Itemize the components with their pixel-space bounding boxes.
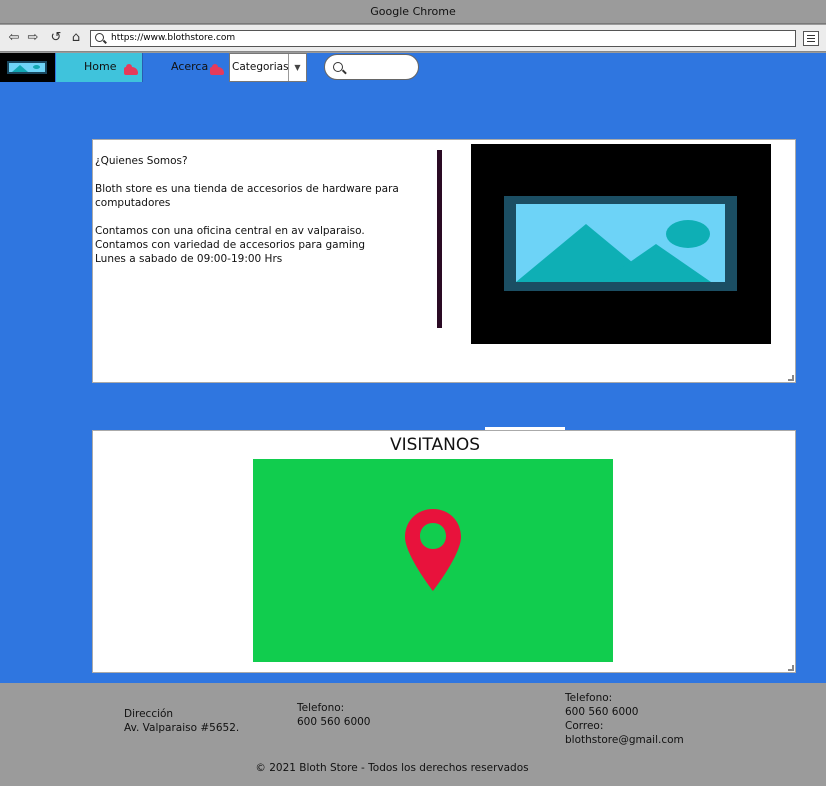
reload-icon[interactable]: ↺ (48, 30, 64, 46)
location-pin-icon (405, 509, 461, 591)
back-icon[interactable]: ⇦ (6, 30, 22, 46)
categories-label: Categorias (232, 61, 289, 73)
home-icon[interactable]: ⌂ (68, 30, 84, 46)
dropdown-arrow-icon[interactable]: ▼ (288, 54, 306, 81)
hand-pointer-icon (124, 64, 138, 76)
search-icon (333, 62, 343, 72)
page-viewport: Home Acerca Categorias ▼ ¿Quienes Somos?… (0, 53, 826, 683)
footer-address: Dirección Av. Valparaiso #5652. (124, 708, 240, 734)
vertical-divider (437, 150, 442, 328)
address-bar-url: https://www.blothstore.com (111, 33, 236, 43)
visit-title: VISITANOS (389, 435, 481, 455)
resize-corner (788, 665, 794, 671)
address-bar[interactable]: https://www.blothstore.com (90, 30, 796, 47)
site-search-input[interactable] (324, 54, 419, 80)
about-section: ¿Quienes Somos? Bloth store es una tiend… (92, 139, 796, 383)
hand-pointer-icon (210, 64, 224, 76)
page-footer: Dirección Av. Valparaiso #5652. Telefono… (0, 683, 826, 786)
nav-home-label: Home (84, 60, 117, 73)
search-icon (95, 33, 104, 42)
site-logo[interactable] (0, 53, 55, 82)
about-text: ¿Quienes Somos? Bloth store es una tiend… (95, 155, 399, 265)
menu-icon[interactable] (803, 31, 819, 46)
nav-about-label: Acerca (171, 60, 209, 73)
visit-section: VISITANOS (92, 430, 796, 673)
window-title: Google Chrome (370, 5, 456, 18)
image-placeholder-icon (471, 144, 771, 344)
map-area[interactable] (253, 459, 613, 662)
resize-corner (788, 375, 794, 381)
window-titlebar: Google Chrome (0, 0, 826, 24)
footer-phone: Telefono: 600 560 6000 (297, 702, 371, 728)
footer-copyright: © 2021 Bloth Store - Todos los derechos … (255, 762, 529, 774)
forward-icon[interactable]: ⇨ (25, 30, 41, 46)
footer-contact: Telefono: 600 560 6000 Correo: blothstor… (565, 692, 684, 746)
logo-image-icon (7, 61, 47, 74)
nav-home-link[interactable]: Home (56, 53, 142, 82)
browser-toolbar: ⇦ ⇨ ↺ ⌂ https://www.blothstore.com (0, 25, 826, 52)
categories-dropdown[interactable]: Categorias ▼ (229, 53, 307, 82)
nav-about-link[interactable]: Acerca (142, 53, 228, 82)
